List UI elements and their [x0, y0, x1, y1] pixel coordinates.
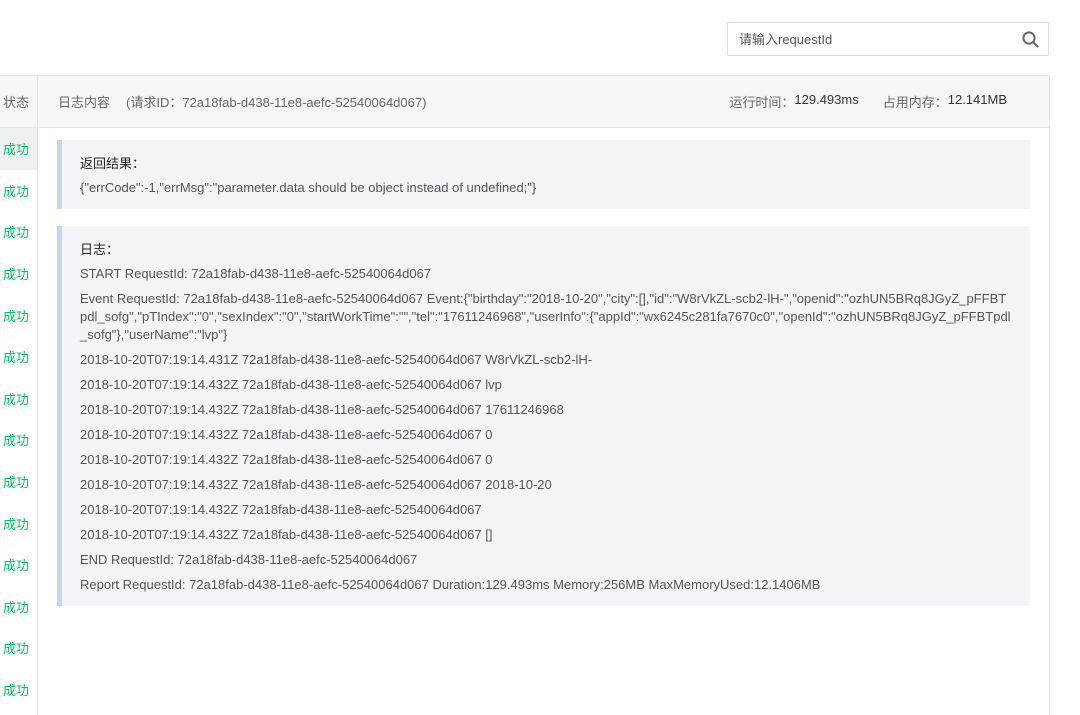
- status-cell[interactable]: 成功: [0, 627, 37, 669]
- log-line: Event RequestId: 72a18fab-d438-11e8-aefc…: [80, 291, 1011, 342]
- status-cell[interactable]: 成功: [0, 502, 37, 544]
- status-cell[interactable]: 成功: [0, 336, 37, 378]
- search-icon[interactable]: [1012, 23, 1048, 55]
- status-cell[interactable]: 成功: [0, 669, 37, 711]
- result-content: {"errCode":-1,"errMsg":"parameter.data s…: [80, 180, 537, 195]
- status-cell[interactable]: 成功: [0, 253, 37, 295]
- result-label: 返回结果：: [80, 156, 146, 171]
- result-block: 返回结果： {"errCode":-1,"errMsg":"parameter.…: [57, 140, 1030, 209]
- log-header-title: 日志内容: [58, 95, 111, 110]
- log-line: Report RequestId: 72a18fab-d438-11e8-aef…: [80, 577, 821, 592]
- log-line: 2018-10-20T07:19:14.432Z 72a18fab-d438-1…: [80, 452, 493, 467]
- status-cell[interactable]: 成功: [0, 378, 37, 420]
- log-line: END RequestId: 72a18fab-d438-11e8-aefc-5…: [80, 552, 418, 567]
- search-input[interactable]: [728, 23, 1012, 55]
- status-cell[interactable]: 成功: [0, 544, 37, 586]
- search-box[interactable]: [727, 22, 1049, 56]
- status-cell[interactable]: 成功: [0, 294, 37, 336]
- log-line: 2018-10-20T07:19:14.432Z 72a18fab-d438-1…: [80, 402, 564, 417]
- runtime-value: 129.493ms: [794, 92, 859, 107]
- status-cell[interactable]: 成功: [0, 128, 37, 170]
- status-cell[interactable]: 成功: [0, 211, 37, 253]
- log-line: 2018-10-20T07:19:14.432Z 72a18fab-d438-1…: [80, 477, 552, 492]
- memory-value: 12.141MB: [947, 92, 1007, 107]
- request-id-text: (请求ID：72a18fab-d438-11e8-aefc-52540064d0…: [126, 95, 427, 110]
- log-line: 2018-10-20T07:19:14.432Z 72a18fab-d438-1…: [80, 377, 502, 392]
- status-cell[interactable]: 成功: [0, 461, 37, 503]
- log-line: 2018-10-20T07:19:14.432Z 72a18fab-d438-1…: [80, 427, 493, 442]
- status-cell[interactable]: 成功: [0, 586, 37, 628]
- log-line: 2018-10-20T07:19:14.432Z 72a18fab-d438-1…: [80, 502, 482, 517]
- log-header: 日志内容 (请求ID：72a18fab-d438-11e8-aefc-52540…: [38, 76, 1049, 128]
- memory-label: 占用内存：: [882, 95, 948, 110]
- log-line: START RequestId: 72a18fab-d438-11e8-aefc…: [80, 266, 432, 281]
- log-line: 2018-10-20T07:19:14.431Z 72a18fab-d438-1…: [80, 352, 593, 367]
- log-line: 2018-10-20T07:19:14.432Z 72a18fab-d438-1…: [80, 527, 493, 542]
- status-column: 状态 成功 成功 成功 成功 成功 成功 成功 成功 成功 成功 成功 成功 成…: [0, 76, 38, 715]
- metrics: 运行时间： 129.493ms 占用内存： 12.141MB: [729, 92, 1007, 111]
- log-block: 日志： START RequestId: 72a18fab-d438-11e8-…: [57, 226, 1030, 606]
- status-cell[interactable]: 成功: [0, 170, 37, 212]
- status-column-header: 状态: [0, 76, 37, 128]
- log-label: 日志：: [80, 242, 120, 257]
- status-cell[interactable]: 成功: [0, 419, 37, 461]
- runtime-label: 运行时间：: [729, 95, 795, 110]
